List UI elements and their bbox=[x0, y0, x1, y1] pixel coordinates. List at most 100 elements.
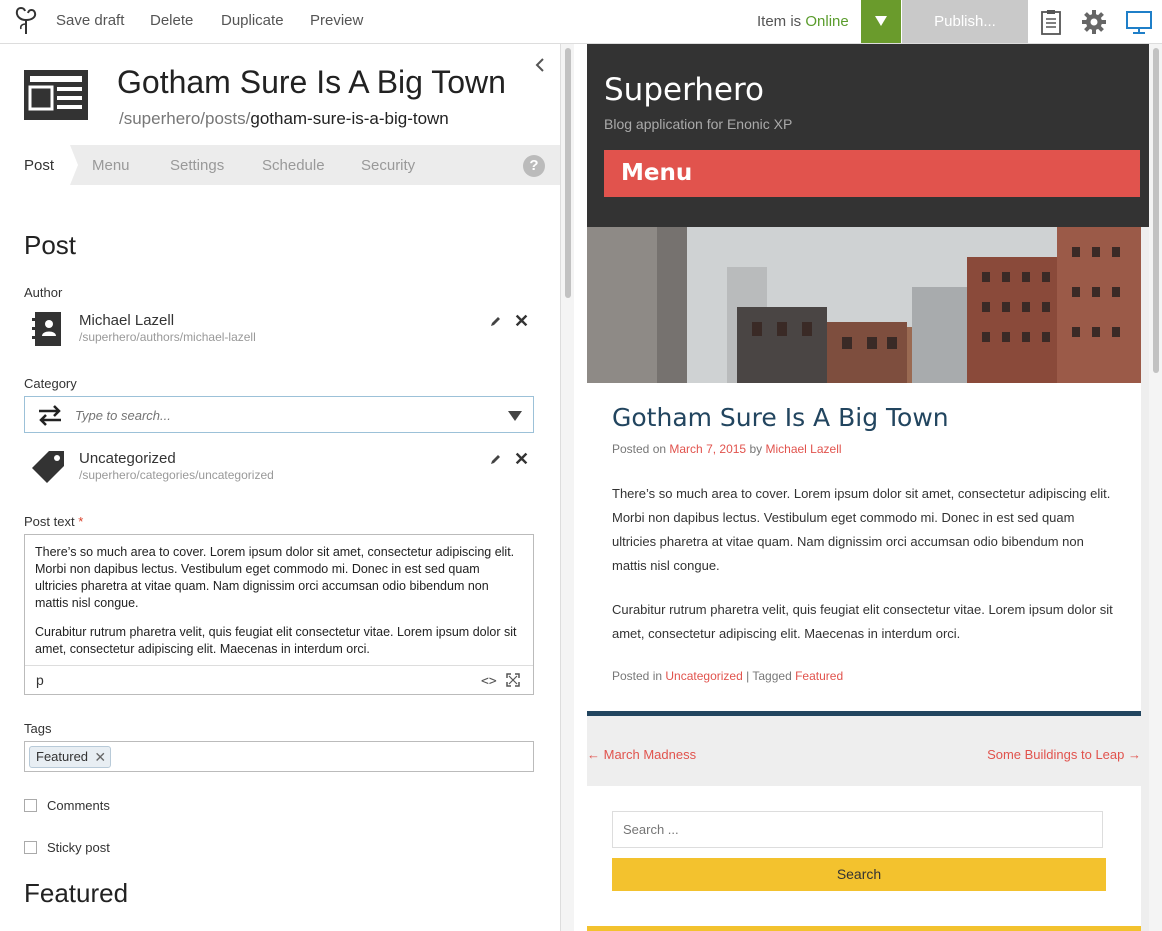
article-title[interactable]: Gotham Sure Is A Big Town bbox=[612, 403, 949, 432]
pencil-icon[interactable] bbox=[490, 453, 502, 465]
posted-in-label: Posted in bbox=[612, 669, 663, 683]
triangle-down-icon bbox=[875, 16, 887, 26]
chevron-down-icon[interactable] bbox=[508, 411, 522, 421]
sticky-post-label[interactable]: Sticky post bbox=[47, 840, 110, 855]
author-path: /superhero/authors/michael-lazell bbox=[79, 330, 256, 344]
tag-chip-label: Featured bbox=[36, 749, 89, 764]
wizard-tabs: Post Menu Settings Schedule Security ? bbox=[0, 145, 560, 185]
article-paragraph: There’s so much area to cover. Lorem ips… bbox=[612, 486, 1111, 573]
content-path: /superhero/posts/gotham-sure-is-a-big-to… bbox=[119, 109, 449, 129]
author-name[interactable]: Michael Lazell bbox=[79, 312, 174, 329]
category-link[interactable]: Uncategorized bbox=[665, 669, 742, 683]
author-link[interactable]: Michael Lazell bbox=[765, 442, 841, 456]
tab-menu[interactable]: Menu bbox=[92, 157, 130, 174]
path-prefix: /superhero/posts/ bbox=[119, 109, 251, 128]
status-online: Online bbox=[805, 13, 849, 30]
desktop-preview-icon[interactable] bbox=[1125, 8, 1153, 36]
tab-schedule[interactable]: Schedule bbox=[262, 157, 325, 174]
path-name[interactable]: gotham-sure-is-a-big-town bbox=[250, 109, 448, 128]
tags-label: Tags bbox=[24, 721, 52, 736]
search-button[interactable]: Search bbox=[612, 858, 1106, 891]
category-label: Category bbox=[24, 376, 77, 391]
section-title-featured: Featured bbox=[24, 878, 129, 908]
category-search-input[interactable] bbox=[75, 405, 495, 425]
article-body: There’s so much area to cover. Lorem ips… bbox=[612, 482, 1117, 666]
tab-post[interactable]: Post bbox=[24, 157, 54, 174]
required-mark: * bbox=[78, 514, 84, 529]
content-display-name[interactable]: Gotham Sure Is A Big Town bbox=[117, 64, 506, 101]
preview-button[interactable]: Preview bbox=[310, 12, 363, 29]
source-code-icon[interactable]: <> bbox=[481, 674, 497, 689]
status-prefix: Item is bbox=[757, 13, 802, 30]
posted-on-label: Posted on bbox=[612, 442, 667, 456]
remove-category-icon[interactable]: ✕ bbox=[514, 450, 529, 468]
tagged-label: Tagged bbox=[752, 669, 792, 683]
preview-scrollbar[interactable] bbox=[1149, 44, 1162, 931]
category-combobox[interactable] bbox=[24, 396, 534, 433]
search-widget: Search bbox=[587, 786, 1141, 931]
help-icon[interactable]: ? bbox=[523, 155, 545, 177]
previous-post-link[interactable]: ← March Madness bbox=[587, 747, 696, 762]
sticky-post-checkbox[interactable] bbox=[24, 841, 37, 854]
article-meta: Posted on March 7, 2015 by Michael Lazel… bbox=[612, 442, 842, 456]
site-menu-bar[interactable]: Menu bbox=[604, 150, 1140, 197]
site-search-input[interactable] bbox=[612, 811, 1103, 848]
clipboard-icon[interactable] bbox=[1037, 8, 1065, 36]
post-date-link[interactable]: March 7, 2015 bbox=[669, 442, 746, 456]
publish-button[interactable]: Publish... bbox=[902, 0, 1028, 43]
live-preview-panel: Superhero Blog application for Enonic XP… bbox=[587, 44, 1149, 931]
remove-tag-icon[interactable]: ✕ bbox=[94, 747, 106, 767]
remove-author-icon[interactable]: ✕ bbox=[514, 312, 529, 330]
form-scrollbar[interactable] bbox=[560, 44, 574, 931]
city-buildings-image bbox=[587, 227, 1141, 383]
tab-security[interactable]: Security bbox=[361, 157, 415, 174]
site-description: Blog application for Enonic XP bbox=[604, 116, 793, 132]
article-paragraph: Curabitur rutrum pharetra velit, quis fe… bbox=[612, 602, 1113, 641]
site-header: Superhero Blog application for Enonic XP… bbox=[587, 44, 1149, 227]
swap-arrows-icon bbox=[39, 405, 61, 426]
editor-content[interactable]: There’s so much area to cover. Lorem ips… bbox=[35, 544, 525, 670]
publish-menu-dropdown-button[interactable] bbox=[861, 0, 901, 43]
scrollbar-thumb[interactable] bbox=[1153, 48, 1159, 373]
tab-active-arrow bbox=[70, 145, 78, 185]
top-toolbar: Save draft Delete Duplicate Preview Item… bbox=[0, 0, 1162, 44]
tag-icon bbox=[32, 451, 64, 483]
post-text-label: Post text * bbox=[24, 514, 83, 529]
fullscreen-icon[interactable] bbox=[506, 673, 520, 687]
enonic-logo-icon[interactable] bbox=[12, 6, 40, 36]
gear-icon[interactable] bbox=[1080, 8, 1108, 36]
article-footer: Posted in Uncategorized | Tagged Feature… bbox=[612, 669, 843, 683]
item-status: Item is Online bbox=[757, 13, 849, 30]
site-title[interactable]: Superhero bbox=[604, 72, 764, 108]
chevron-left-icon[interactable] bbox=[534, 58, 546, 72]
duplicate-button[interactable]: Duplicate bbox=[221, 12, 284, 29]
by-label: by bbox=[749, 442, 763, 456]
comments-checkbox[interactable] bbox=[24, 799, 37, 812]
editor-paragraph[interactable]: Curabitur rutrum pharetra velit, quis fe… bbox=[35, 624, 525, 658]
category-name[interactable]: Uncategorized bbox=[79, 450, 176, 467]
tab-settings[interactable]: Settings bbox=[170, 157, 224, 174]
editor-paragraph[interactable]: There’s so much area to cover. Lorem ips… bbox=[35, 544, 525, 612]
footer-separator: | bbox=[746, 669, 750, 683]
pencil-icon[interactable] bbox=[490, 315, 502, 327]
contact-book-icon bbox=[32, 312, 61, 346]
article-card: Gotham Sure Is A Big Town Posted on Marc… bbox=[587, 383, 1141, 716]
post-text-label-text: Post text bbox=[24, 514, 75, 529]
next-post-link[interactable]: Some Buildings to Leap → bbox=[987, 747, 1141, 762]
tag-link[interactable]: Featured bbox=[795, 669, 843, 683]
element-path[interactable]: p bbox=[36, 672, 44, 688]
content-wizard-panel: Gotham Sure Is A Big Town /superhero/pos… bbox=[0, 44, 560, 931]
tags-input[interactable]: Featured ✕ bbox=[24, 741, 534, 772]
save-draft-button[interactable]: Save draft bbox=[56, 12, 124, 29]
comments-label[interactable]: Comments bbox=[47, 798, 110, 813]
scrollbar-thumb[interactable] bbox=[565, 48, 571, 298]
site-menu-label[interactable]: Menu bbox=[621, 160, 692, 186]
post-text-editor[interactable]: There’s so much area to cover. Lorem ips… bbox=[24, 534, 534, 695]
delete-button[interactable]: Delete bbox=[150, 12, 193, 29]
article-icon bbox=[24, 70, 88, 120]
author-label: Author bbox=[24, 285, 63, 300]
editor-statusbar: p <> bbox=[25, 665, 533, 695]
category-path: /superhero/categories/uncategorized bbox=[79, 468, 274, 482]
section-title-post: Post bbox=[24, 230, 77, 260]
tag-chip: Featured ✕ bbox=[29, 746, 112, 768]
